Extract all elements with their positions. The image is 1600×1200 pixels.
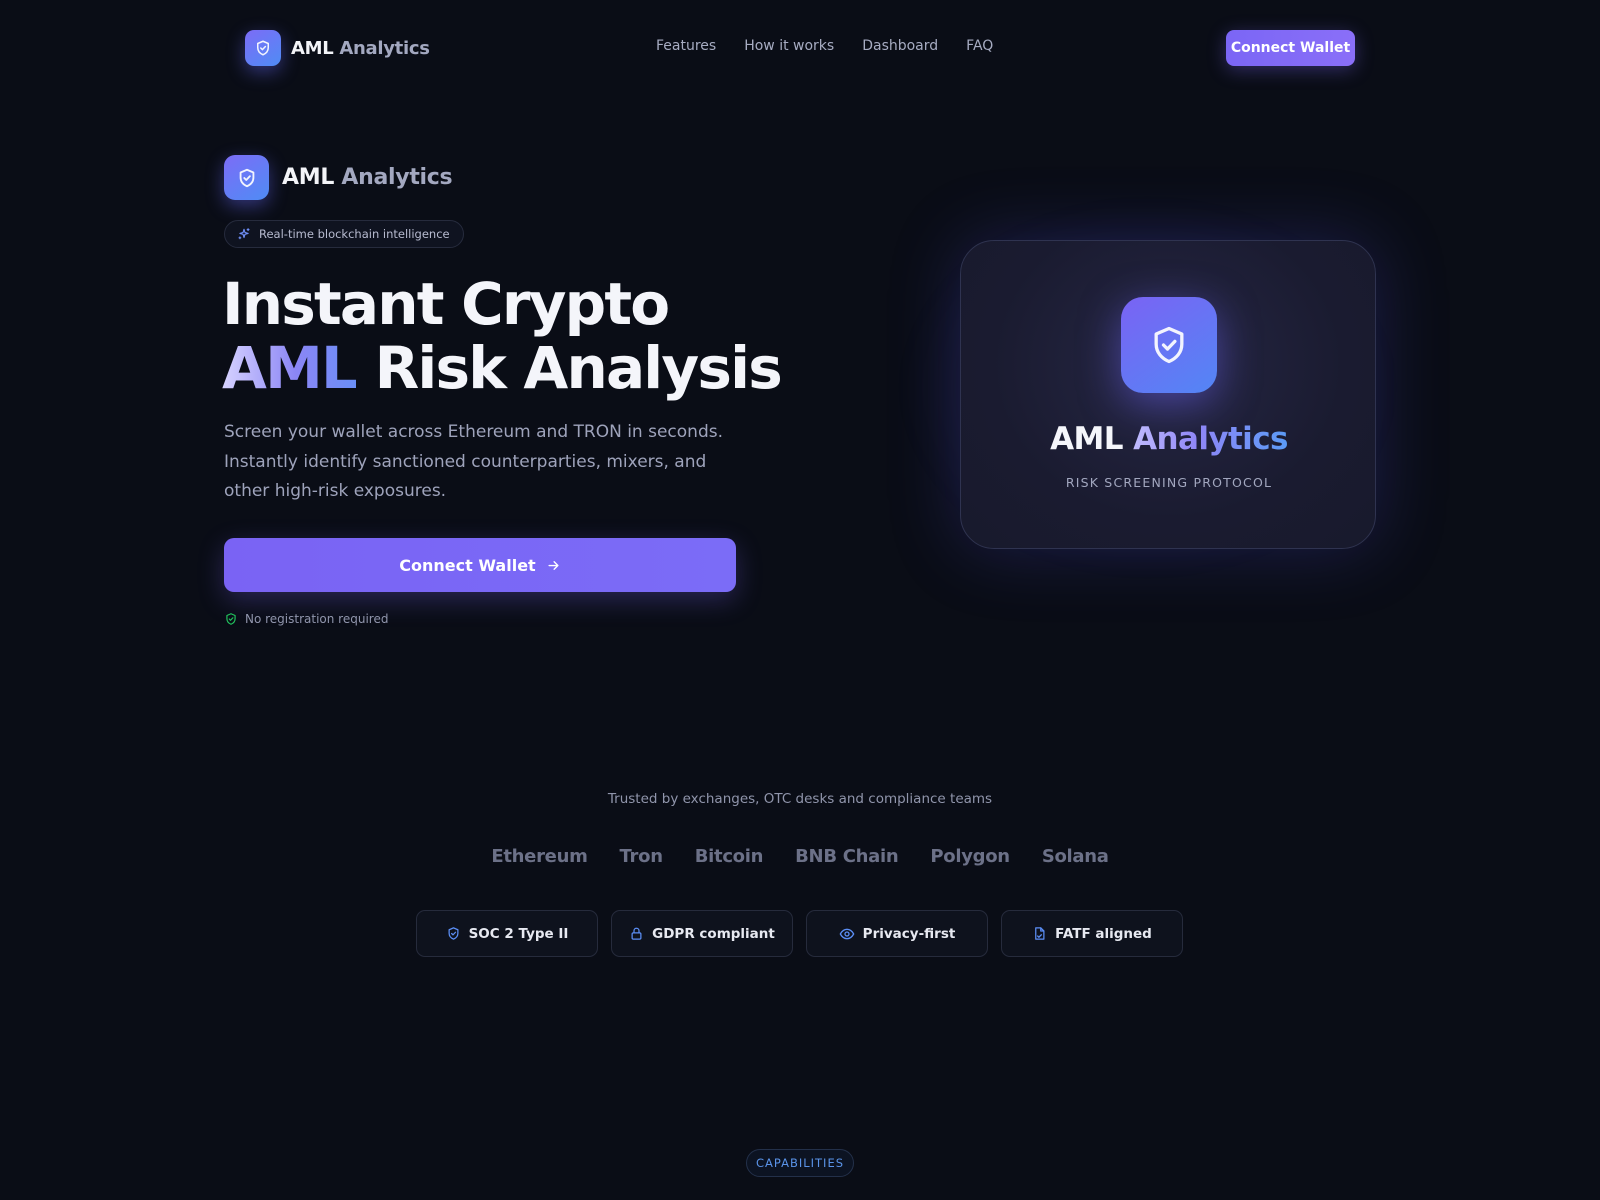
badge-gdpr-label: GDPR compliant	[652, 925, 775, 942]
badge-soc2-label: SOC 2 Type II	[468, 925, 569, 942]
nav-link-features[interactable]: Features	[656, 38, 716, 54]
chain-polygon: Polygon	[930, 846, 1010, 867]
logo-shield-icon	[245, 30, 281, 66]
shield-icon	[448, 927, 459, 940]
chain-bitcoin: Bitcoin	[694, 846, 764, 867]
card-shield-icon	[1121, 297, 1217, 393]
card-title: AML Analytics	[961, 421, 1377, 457]
arrow-right-icon	[548, 560, 559, 570]
chip-text: Real-time blockchain intelligence	[259, 227, 450, 241]
nav-link-faq[interactable]: FAQ	[966, 38, 993, 54]
eye-icon	[839, 928, 855, 939]
no-registration-note: No registration required	[224, 612, 388, 626]
nav-link-how-it-works[interactable]: How it works	[744, 38, 834, 54]
realtime-chip: Real-time blockchain intelligence	[224, 220, 464, 248]
shield-check-icon	[226, 613, 236, 625]
brand-name: AML Analytics	[291, 38, 430, 59]
chain-ethereum: Ethereum	[491, 846, 588, 867]
headline-accent: AML	[222, 334, 358, 402]
hero-brand-name-secondary: Analytics	[341, 165, 453, 190]
chain-list: Ethereum Tron Bitcoin BNB Chain Polygon …	[0, 846, 1600, 867]
nav-links: Features How it works Dashboard FAQ	[656, 38, 993, 54]
nav-brand[interactable]: AML Analytics	[245, 30, 430, 66]
brand-name-primary: AML	[291, 37, 334, 59]
nav-connect-wallet-button[interactable]: Connect Wallet	[1226, 30, 1355, 66]
top-nav: AML Analytics Features How it works Dash…	[0, 0, 1600, 96]
headline-line-2: Risk Analysis	[356, 334, 783, 402]
hero-headline: Instant Crypto AML Risk Analysis	[222, 272, 822, 400]
hero-card: AML Analytics RISK SCREENING PROTOCOL	[960, 240, 1376, 549]
nav-link-dashboard[interactable]: Dashboard	[862, 38, 938, 54]
badge-gdpr: GDPR compliant	[611, 910, 793, 957]
badge-soc2: SOC 2 Type II	[416, 910, 598, 957]
badge-privacy: Privacy-first	[806, 910, 988, 957]
card-title-secondary: Analytics	[1122, 421, 1288, 457]
chain-bnb-chain: BNB Chain	[795, 846, 899, 867]
card-title-primary: AML	[1050, 421, 1123, 457]
hero-connect-wallet-button[interactable]: Connect Wallet	[224, 538, 736, 592]
trusted-by-text: Trusted by exchanges, OTC desks and comp…	[607, 791, 993, 807]
sparkle-icon	[238, 228, 250, 240]
headline-line-1: Instant Crypto	[222, 270, 670, 338]
hero-logo-shield-icon	[224, 155, 269, 200]
badge-privacy-label: Privacy-first	[862, 925, 956, 942]
chain-tron: Tron	[619, 846, 663, 867]
hero-brand-name-primary: AML	[282, 165, 335, 190]
card-subtitle: RISK SCREENING PROTOCOL	[1065, 475, 1273, 490]
no-registration-text: No registration required	[245, 612, 389, 626]
lock-icon	[631, 927, 642, 940]
compliance-badges: SOC 2 Type II GDPR compliant Privacy-fir…	[416, 910, 1183, 957]
badge-fatf-label: FATF aligned	[1055, 925, 1152, 942]
hero-cta-label: Connect Wallet	[399, 555, 536, 575]
hero-subtitle: Screen your wallet across Ethereum and T…	[224, 422, 724, 501]
brand-name-secondary: Analytics	[339, 37, 430, 59]
chain-solana: Solana	[1041, 846, 1109, 867]
badge-fatf: FATF aligned	[1001, 910, 1183, 957]
capabilities-tag: CAPABILITIES	[746, 1149, 854, 1177]
hero-brand-name: AML Analytics	[282, 165, 453, 190]
hero-brand: AML Analytics	[224, 155, 453, 200]
document-icon	[1035, 927, 1045, 940]
